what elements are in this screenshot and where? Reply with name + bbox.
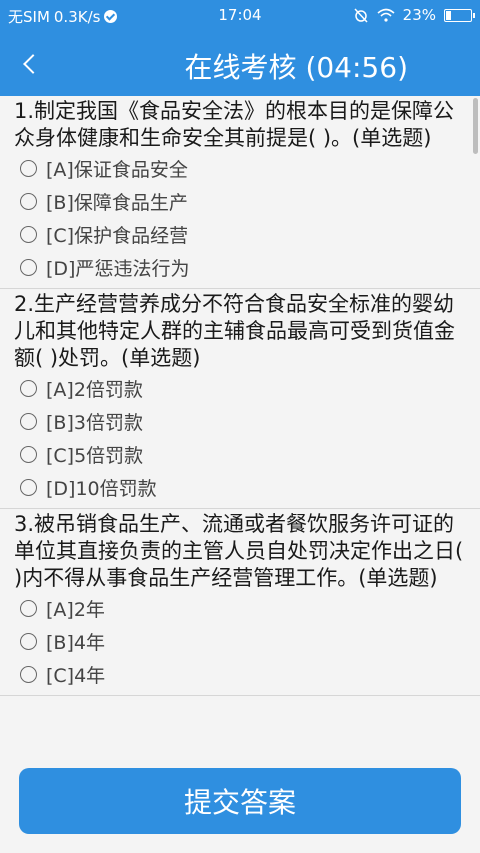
- option-label: [A]保证食品安全: [46, 159, 188, 181]
- radio-icon[interactable]: [20, 633, 37, 650]
- battery-icon: [444, 8, 475, 22]
- scrollbar[interactable]: [473, 98, 478, 154]
- question-text: 2.生产经营营养成分不符合食品安全标准的婴幼儿和其他特定人群的主辅食品最高可受到…: [14, 292, 455, 370]
- option-2c[interactable]: [C]5倍罚款: [14, 438, 468, 471]
- radio-icon[interactable]: [20, 600, 37, 617]
- question-text: 3.被吊销食品生产、流通或者餐饮服务许可证的单位其直接负责的主管人员自处罚决定作…: [14, 512, 464, 590]
- option-2b[interactable]: [B]3倍罚款: [14, 405, 468, 438]
- alarm-off-icon: [354, 8, 368, 23]
- option-label: [B]4年: [46, 632, 105, 654]
- option-1a[interactable]: [A]保证食品安全: [14, 152, 468, 185]
- option-label: [D]10倍罚款: [46, 478, 157, 500]
- status-right: 23%: [353, 6, 475, 24]
- option-1c[interactable]: [C]保护食品经营: [14, 218, 468, 251]
- battery-percent: 23%: [402, 6, 436, 24]
- radio-icon[interactable]: [20, 666, 37, 683]
- page-title: 在线考核 (04:56): [184, 51, 408, 84]
- status-bar: 无SIM 0.3K/s 17:04 23%: [0, 0, 480, 32]
- option-label: [B]保障食品生产: [46, 192, 188, 214]
- option-1d[interactable]: [D]严惩违法行为: [14, 251, 468, 284]
- radio-icon[interactable]: [20, 380, 37, 397]
- option-2d[interactable]: [D]10倍罚款: [14, 471, 468, 504]
- radio-icon[interactable]: [20, 193, 37, 210]
- option-2a[interactable]: [A]2倍罚款: [14, 372, 468, 405]
- battery-level: [446, 10, 452, 20]
- radio-icon[interactable]: [20, 160, 37, 177]
- option-label: [D]严惩违法行为: [46, 258, 190, 280]
- radio-icon[interactable]: [20, 259, 37, 276]
- option-label: [C]保护食品经营: [46, 225, 189, 247]
- radio-icon[interactable]: [20, 446, 37, 463]
- question-2: 2.生产经营营养成分不符合食品安全标准的婴幼儿和其他特定人群的主辅食品最高可受到…: [0, 289, 480, 509]
- option-label: [B]3倍罚款: [46, 412, 143, 434]
- radio-icon[interactable]: [20, 413, 37, 430]
- question-list[interactable]: 1.制定我国《食品安全法》的根本目的是保障公众身体健康和生命安全其前提是( )。…: [0, 96, 480, 750]
- back-button[interactable]: [14, 48, 54, 80]
- wifi-icon: [377, 8, 395, 22]
- header: 在线考核 (04:56): [0, 32, 480, 96]
- question-3: 3.被吊销食品生产、流通或者餐饮服务许可证的单位其直接负责的主管人员自处罚决定作…: [0, 509, 480, 696]
- question-text: 1.制定我国《食品安全法》的根本目的是保障公众身体健康和生命安全其前提是( )。…: [14, 99, 455, 150]
- question-1: 1.制定我国《食品安全法》的根本目的是保障公众身体健康和生命安全其前提是( )。…: [0, 96, 480, 289]
- footer: 提交答案: [0, 750, 480, 853]
- radio-icon[interactable]: [20, 479, 37, 496]
- option-label: [A]2年: [46, 599, 105, 621]
- option-1b[interactable]: [B]保障食品生产: [14, 185, 468, 218]
- option-3a[interactable]: [A]2年: [14, 592, 468, 625]
- radio-icon[interactable]: [20, 226, 37, 243]
- option-label: [C]5倍罚款: [46, 445, 144, 467]
- submit-button[interactable]: 提交答案: [19, 768, 461, 834]
- option-label: [C]4年: [46, 665, 106, 687]
- option-label: [A]2倍罚款: [46, 379, 143, 401]
- option-3c[interactable]: [C]4年: [14, 658, 468, 691]
- option-3b[interactable]: [B]4年: [14, 625, 468, 658]
